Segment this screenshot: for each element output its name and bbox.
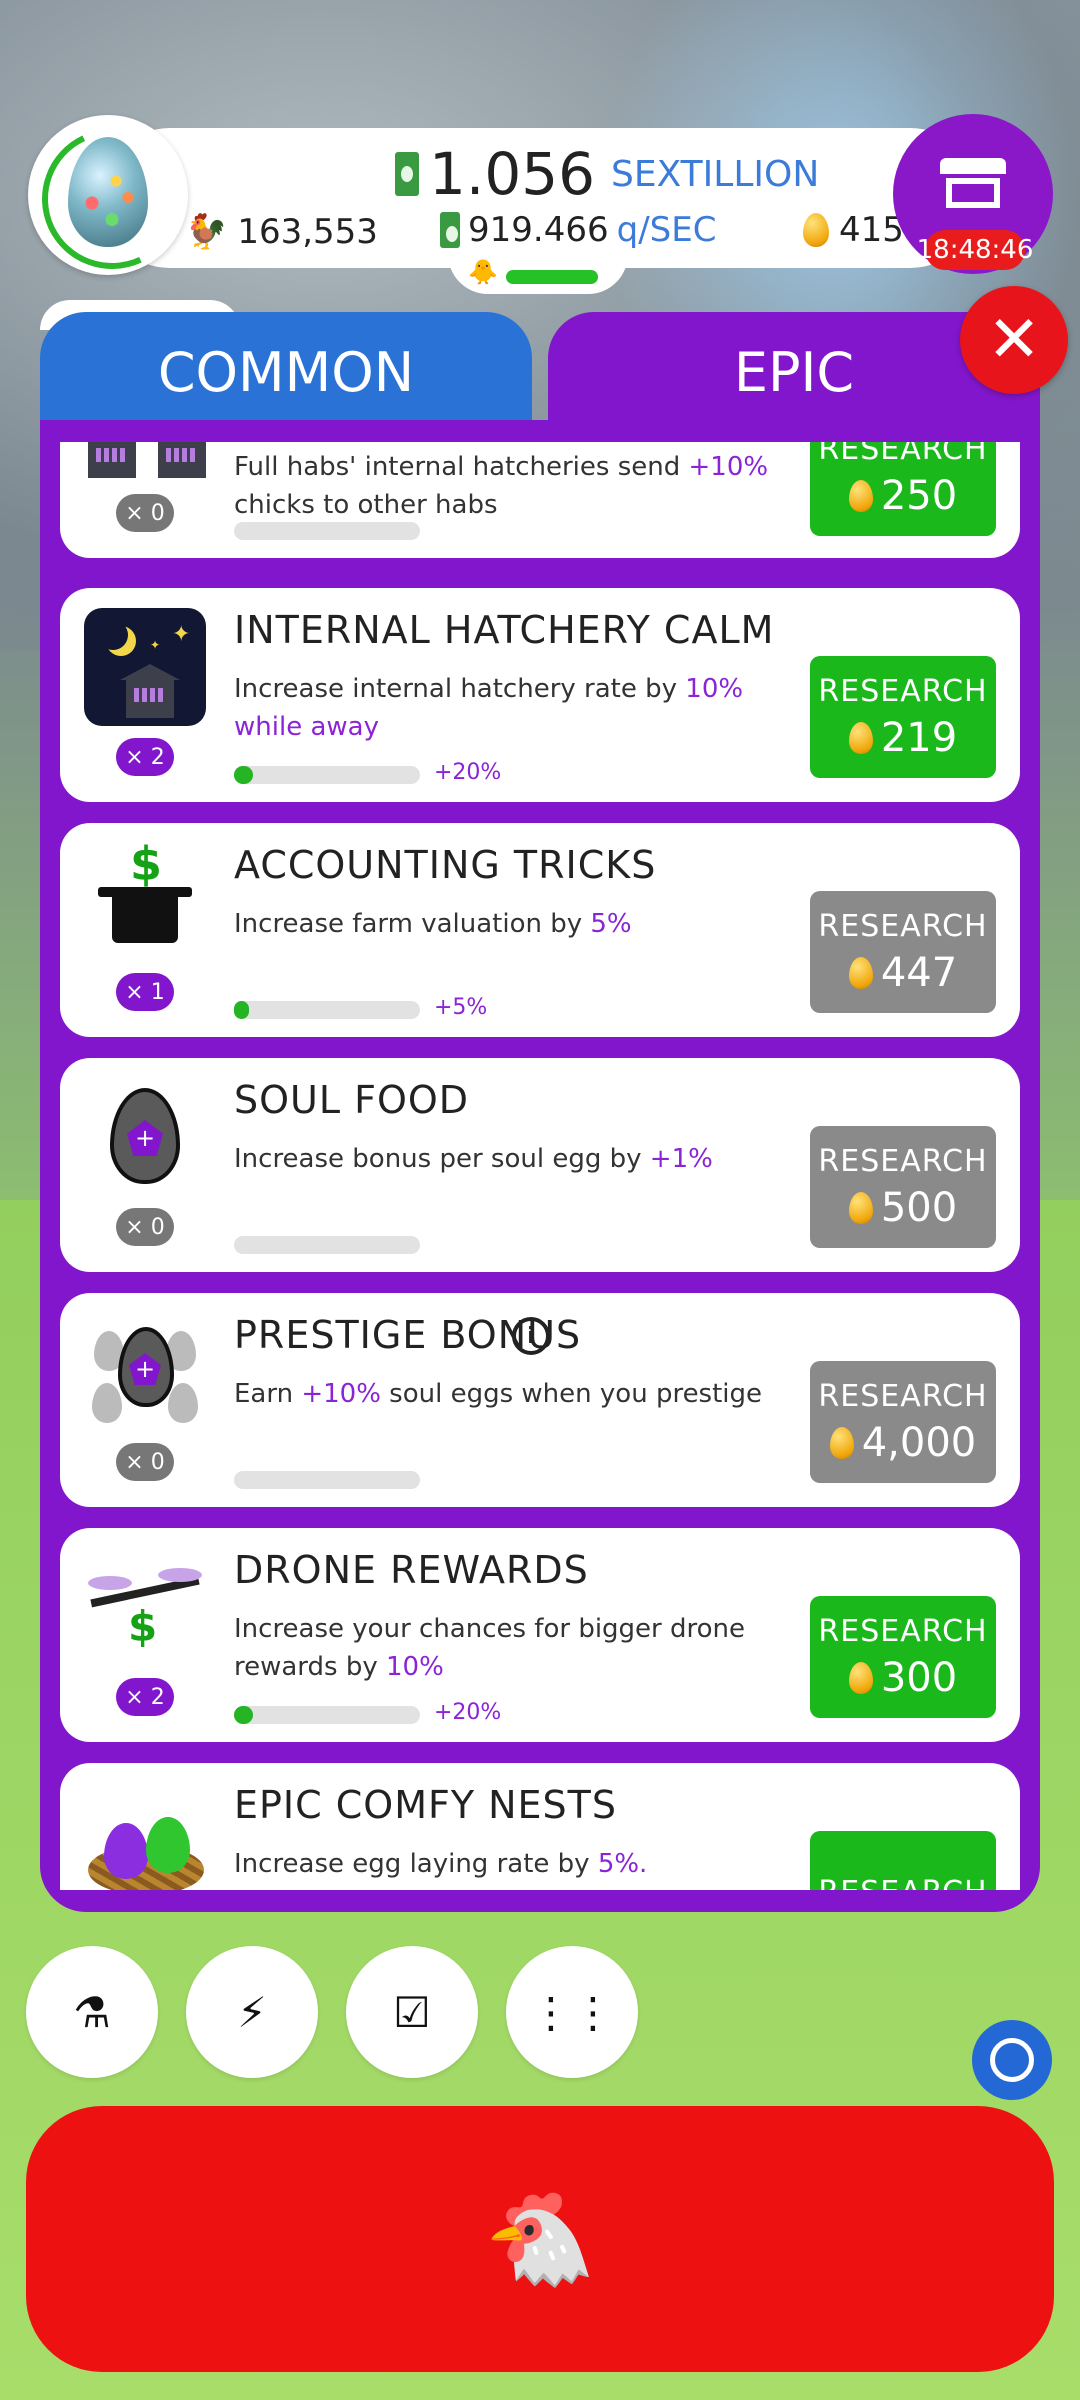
golden-egg-icon: [848, 1191, 873, 1224]
nest-icon: [84, 1783, 206, 1890]
progress-bar: [234, 1471, 420, 1489]
menu-button[interactable]: ⋮⋮: [506, 1946, 638, 2078]
research-list[interactable]: × 0 Full habs' internal hatcheries send …: [60, 442, 1020, 1890]
golden-egg-icon: [803, 213, 829, 247]
research-card-accounting-tricks: $ × 1 ACCOUNTING TRICKS Increase farm va…: [60, 823, 1020, 1037]
chicken-count: 🐓 163,553: [185, 212, 378, 252]
chicken-count-value: 163,553: [237, 212, 378, 252]
flask-icon: ⚗: [73, 1987, 111, 2037]
close-icon: ✕: [987, 303, 1041, 377]
research-desc: Increase internal hatchery rate by 10% w…: [234, 674, 744, 742]
info-icon[interactable]: i: [512, 1317, 550, 1355]
golden-egg-icon: [848, 721, 873, 754]
research-button[interactable]: RESEARCH 500: [810, 1126, 996, 1248]
grid-icon: ⋮⋮: [530, 1987, 614, 2037]
close-button[interactable]: ✕: [960, 286, 1068, 394]
golden-egg-icon: [848, 956, 873, 989]
golden-egg-icon: [829, 1426, 854, 1459]
habs-icon: [84, 442, 206, 482]
egg-progress-ring: [28, 115, 188, 275]
level-badge: × 0: [116, 1208, 174, 1246]
research-desc: Increase egg laying rate by 5%.: [234, 1849, 648, 1879]
money-unit: SEXTILLION: [611, 153, 820, 195]
research-card-hatchery-sharing: × 0 Full habs' internal hatcheries send …: [60, 442, 1020, 558]
magic-hat-icon: $: [84, 837, 206, 961]
progress-bar: [234, 1236, 420, 1254]
research-button[interactable]: RESEARCH 4,000: [810, 1361, 996, 1483]
research-title: ACCOUNTING TRICKS: [234, 843, 657, 887]
tab-common[interactable]: COMMON: [40, 312, 532, 432]
research-lab-button[interactable]: ⚗: [26, 1946, 158, 2078]
golden-eggs-value: 415: [839, 210, 904, 250]
research-button[interactable]: RESEARCH 250: [810, 442, 996, 536]
progress-label: +20%: [434, 1700, 502, 1725]
progress-bar: [234, 766, 420, 784]
research-desc: Full habs' internal hatcheries send +10%…: [234, 452, 769, 520]
cash-icon: [395, 152, 419, 196]
level-badge: × 1: [116, 973, 174, 1011]
research-desc: Increase bonus per soul egg by +1%: [234, 1144, 713, 1174]
research-card-soul-food: + × 0 SOUL FOOD Increase bonus per soul …: [60, 1058, 1020, 1272]
research-card-epic-comfy-nests: EPIC COMFY NESTS Increase egg laying rat…: [60, 1763, 1020, 1890]
research-panel: × 0 Full habs' internal hatcheries send …: [40, 420, 1040, 1912]
golden-egg-icon: [848, 479, 873, 512]
chick-icon: 🐥: [468, 258, 498, 286]
level-badge: × 2: [116, 1678, 174, 1716]
progress-bar: [234, 1706, 420, 1724]
current-egg-button[interactable]: [28, 115, 188, 275]
money-value: 1.056: [429, 140, 596, 208]
research-desc: Earn +10% soul eggs when you prestige: [234, 1379, 763, 1409]
level-badge: × 0: [116, 1443, 174, 1481]
boosts-button[interactable]: ⚡: [186, 1946, 318, 2078]
research-title: EPIC COMFY NESTS: [234, 1783, 618, 1827]
research-title: DRONE REWARDS: [234, 1548, 589, 1592]
drone-icon: $: [84, 1548, 206, 1666]
research-button[interactable]: RESEARCH 219: [810, 656, 996, 778]
money-display: 1.056 SEXTILLION: [395, 140, 820, 208]
assistant-button[interactable]: [972, 2020, 1052, 2100]
night-hab-icon: ✦ ✦: [84, 608, 206, 726]
research-card-drone-rewards: $ × 2 DRONE REWARDS Increase your chance…: [60, 1528, 1020, 1742]
hatch-chicken-button[interactable]: 🐔: [26, 2106, 1054, 2372]
shop-timer: 18:48:46: [917, 230, 1033, 270]
hatchery-fill: [506, 270, 598, 284]
shop-icon: [940, 158, 1006, 210]
prestige-eggs-icon: +: [84, 1313, 206, 1431]
research-button[interactable]: RESEARCH 447: [810, 891, 996, 1013]
hatchery-bar: 🐥: [448, 252, 628, 294]
golden-egg-icon: [848, 1661, 873, 1694]
chicken-icon: 🐔: [483, 2186, 597, 2292]
research-card-prestige-bonus: + × 0 PRESTIGE BONUS i Earn +10% soul eg…: [60, 1293, 1020, 1507]
chicken-icon: 🐓: [185, 212, 228, 252]
research-card-internal-hatchery-calm: ✦ ✦ × 2 INTERNAL HATCHERY CALM Increase …: [60, 588, 1020, 802]
progress-bar: [234, 522, 420, 540]
progress-bar: [234, 1001, 420, 1019]
progress-label: +20%: [434, 760, 502, 785]
soul-egg-icon: +: [84, 1078, 206, 1196]
rate-unit: q/SEC: [616, 210, 717, 250]
missions-button[interactable]: ☑: [346, 1946, 478, 2078]
research-desc: Increase your chances for bigger drone r…: [234, 1614, 746, 1682]
research-button[interactable]: RESEARCH 300: [810, 1596, 996, 1718]
checklist-icon: ☑: [393, 1987, 431, 2037]
rate-value: 919.466: [468, 210, 609, 250]
cash-icon: [440, 212, 460, 248]
level-badge: × 2: [116, 738, 174, 776]
level-badge: × 0: [116, 494, 174, 532]
research-title: INTERNAL HATCHERY CALM: [234, 608, 775, 652]
progress-label: +5%: [434, 995, 488, 1020]
research-desc: Increase farm valuation by 5%: [234, 909, 632, 939]
earning-rate: 919.466 q/SEC: [440, 210, 716, 250]
research-button[interactable]: RESEARCH: [810, 1831, 996, 1890]
research-title: SOUL FOOD: [234, 1078, 470, 1122]
lightning-icon: ⚡: [237, 1987, 267, 2037]
golden-eggs: 415: [803, 210, 904, 250]
ring-icon: [990, 2038, 1034, 2082]
